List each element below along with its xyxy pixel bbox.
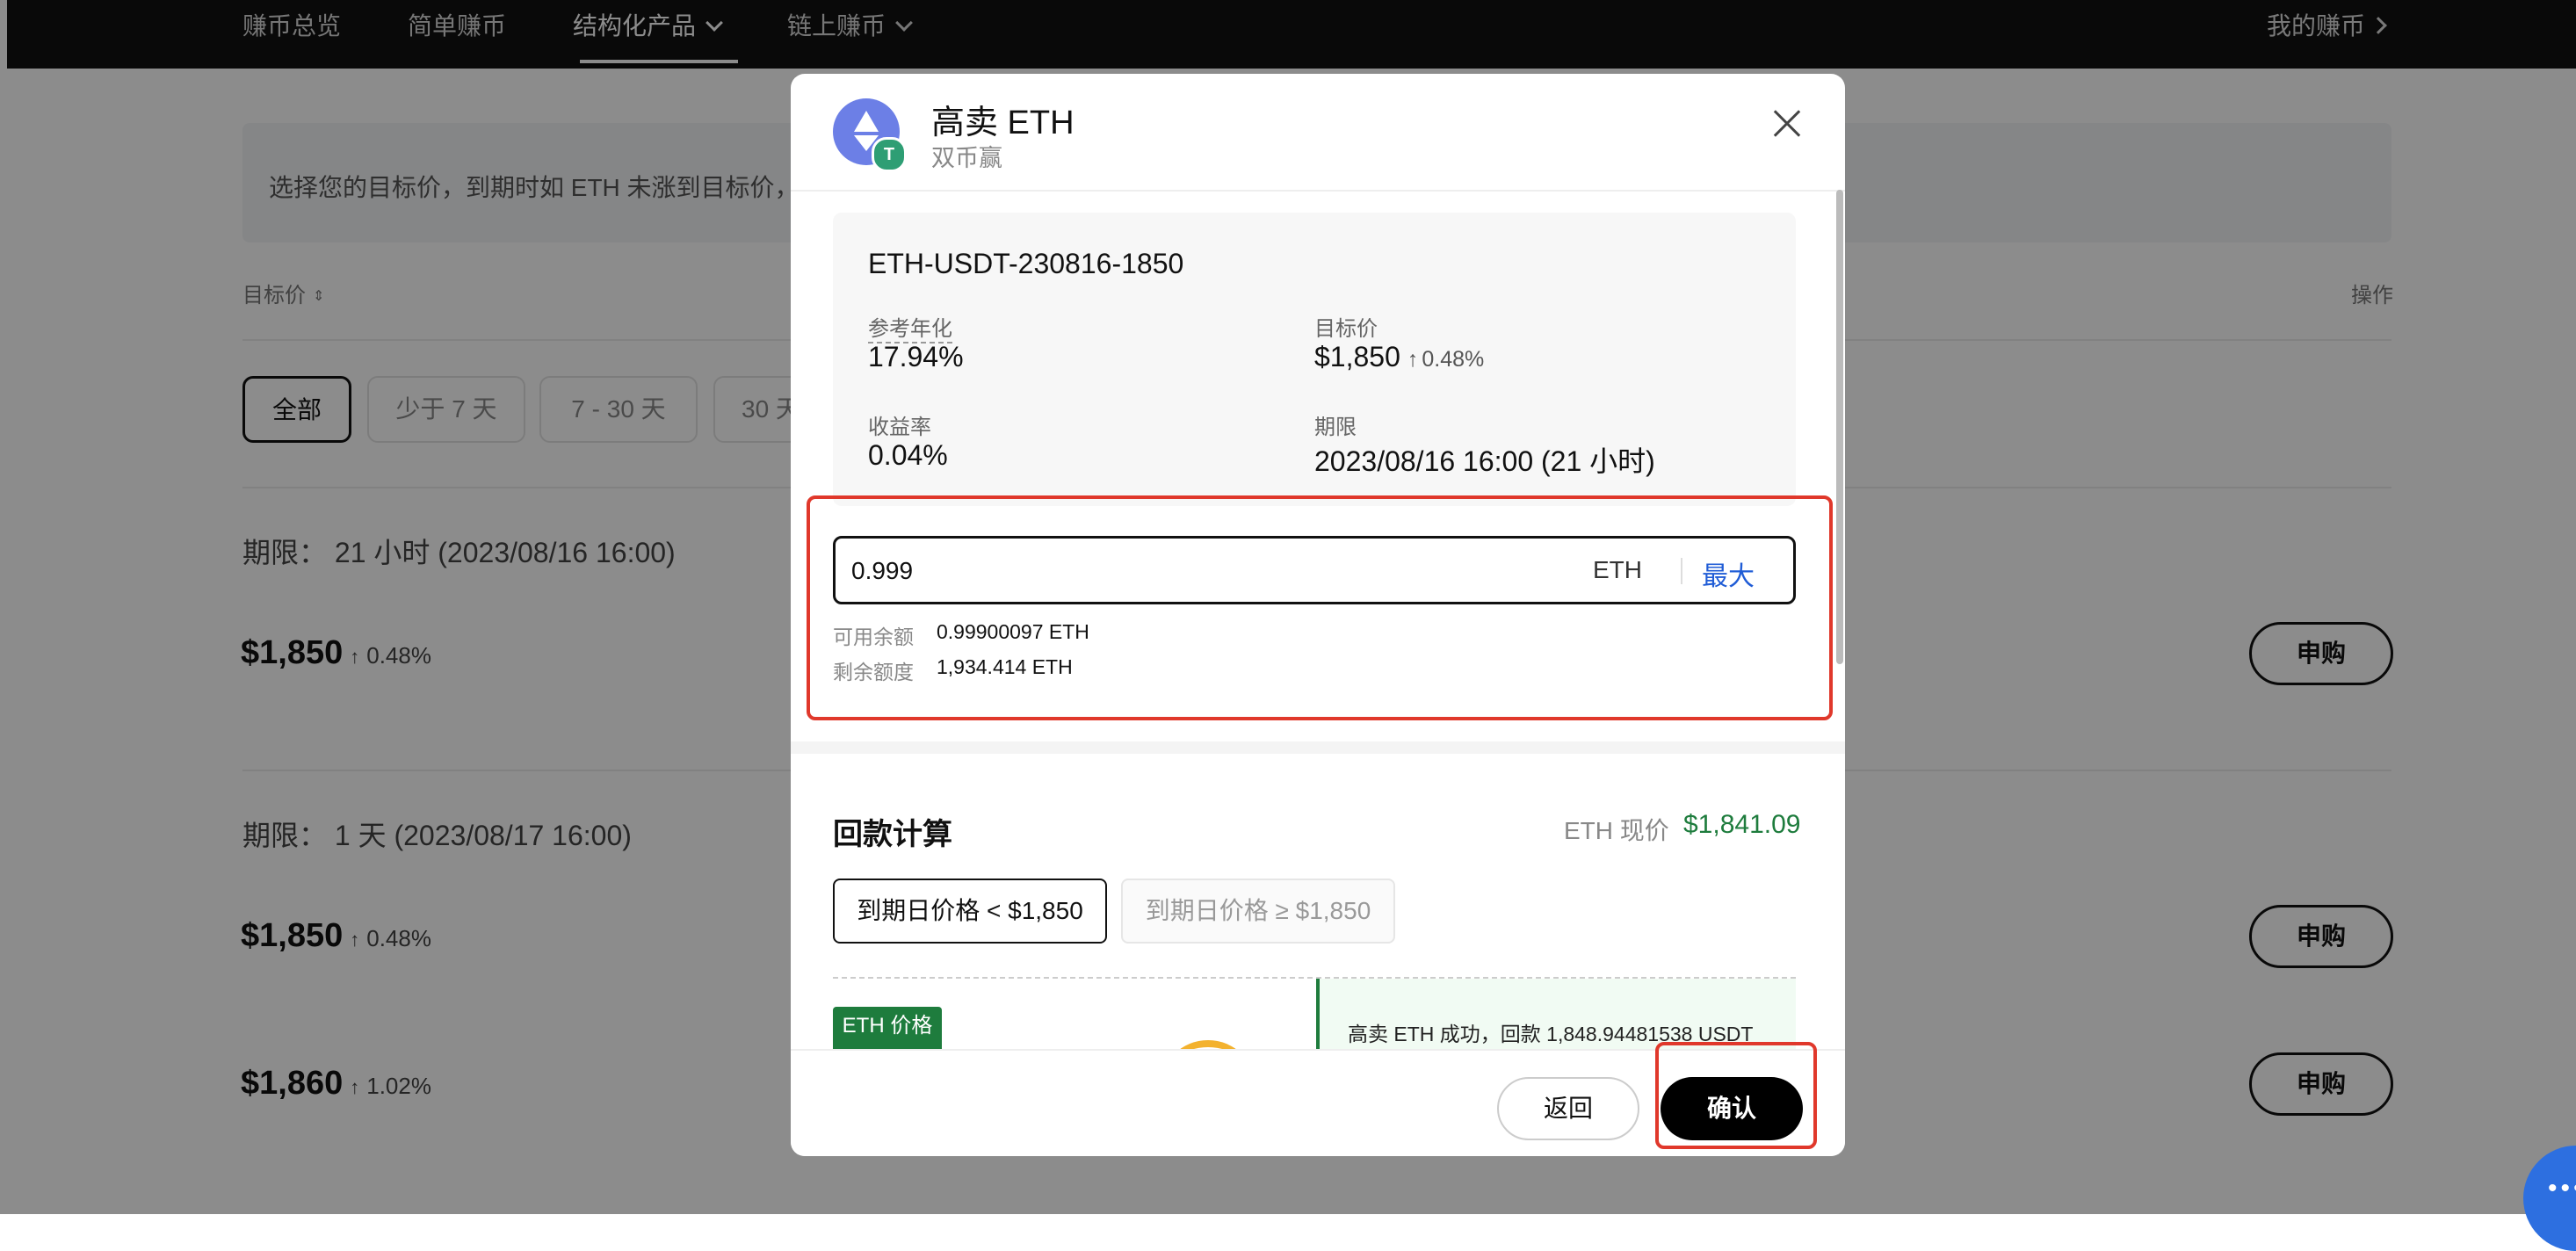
cur-price-value: $1,841.09 xyxy=(1683,810,1801,839)
yield-label: 收益率 xyxy=(868,416,931,439)
eth-price-tag: ETH 价格 xyxy=(833,1007,942,1049)
target-value: $1,850 ↑ 0.48% xyxy=(1314,341,1485,372)
product-id: ETH-USDT-230816-1850 xyxy=(868,248,1184,279)
annotation-box-confirm xyxy=(1655,1042,1817,1149)
calc-title: 回款计算 xyxy=(833,818,952,851)
modal-subtitle: 双币赢 xyxy=(931,145,1002,171)
close-icon[interactable] xyxy=(1764,100,1810,146)
back-button[interactable]: 返回 xyxy=(1497,1077,1639,1140)
usdt-badge-icon: T xyxy=(872,137,907,172)
modal-header: T 高卖 ETH 双币赢 xyxy=(791,74,1845,192)
tab-price-above[interactable]: 到期日价格 ≥ $1,850 xyxy=(1121,879,1395,944)
modal-title: 高卖 ETH xyxy=(931,105,1075,141)
annotation-box-amount xyxy=(807,495,1833,720)
term-value: 2023/08/16 16:00 (21 小时) xyxy=(1314,445,1655,477)
chat-icon: ••• xyxy=(2548,1174,2576,1203)
yield-value: 0.04% xyxy=(868,439,948,471)
modal-scrollbar[interactable] xyxy=(1836,190,1843,664)
tab-price-below[interactable]: 到期日价格 < $1,850 xyxy=(833,879,1107,944)
target-label: 目标价 xyxy=(1314,317,1378,341)
product-card: ETH-USDT-230816-1850 参考年化 17.94% 目标价 $1,… xyxy=(833,213,1796,506)
section-divider xyxy=(791,741,1845,754)
arrow-up-icon: ↑ xyxy=(1407,347,1419,372)
apr-value: 17.94% xyxy=(868,341,964,372)
apr-label[interactable]: 参考年化 xyxy=(868,311,952,343)
term-label: 期限 xyxy=(1314,416,1357,439)
cur-price-label: ETH 现价 xyxy=(1564,817,1669,844)
